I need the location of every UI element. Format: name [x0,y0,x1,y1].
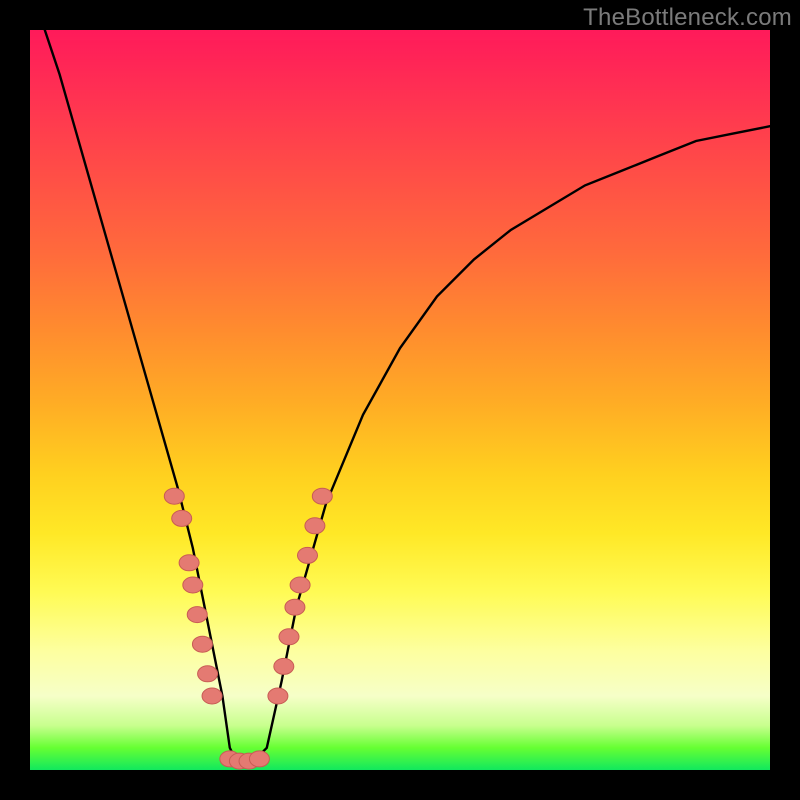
data-marker [279,629,299,645]
data-marker [249,751,269,767]
data-marker [285,599,305,615]
chart-svg [30,30,770,770]
data-marker [183,577,203,593]
data-marker [192,636,212,652]
data-marker [172,510,192,526]
bottleneck-curve [45,30,770,763]
data-marker [274,658,294,674]
curve-layer [45,30,770,763]
data-marker [198,666,218,682]
data-marker [290,577,310,593]
data-marker [187,607,207,623]
data-marker [179,555,199,571]
data-marker [202,688,222,704]
data-marker [268,688,288,704]
data-marker [312,488,332,504]
watermark-text: TheBottleneck.com [583,4,792,32]
data-marker [164,488,184,504]
data-marker [298,547,318,563]
outer-frame: TheBottleneck.com [0,0,800,800]
data-marker [305,518,325,534]
